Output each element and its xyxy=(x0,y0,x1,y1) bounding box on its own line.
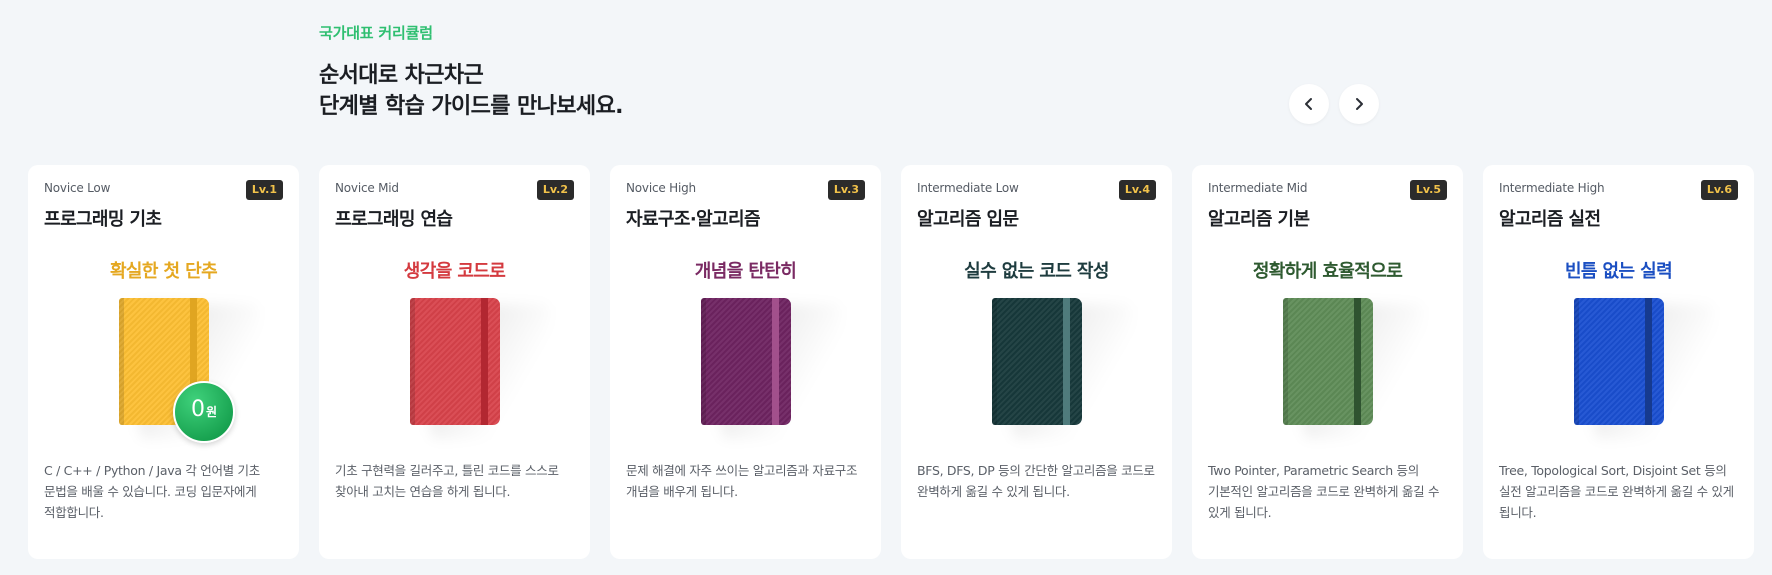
card-description: 문제 해결에 자주 쓰이는 알고리즘과 자료구조 개념을 배우게 됩니다. xyxy=(626,463,858,499)
card-tagline: 빈틈 없는 실력 xyxy=(1564,261,1673,282)
curriculum-card-lv3[interactable]: Novice High Lv.3 자료구조·알고리즘 개념을 탄탄히 문제 해결… xyxy=(610,165,881,559)
level-badge: Lv.4 xyxy=(1118,180,1156,200)
headline-line-2: 단계별 학습 가이드를 만나보세요. xyxy=(319,94,624,119)
curriculum-card-lv5[interactable]: Intermediate Mid Lv.5 알고리즘 기본 정확하게 효율적으로… xyxy=(1192,165,1463,559)
card-level-tag: Novice Mid xyxy=(335,181,399,195)
curriculum-card-lv1[interactable]: Novice Low Lv.1 프로그래밍 기초 확실한 첫 단추 0 원 C … xyxy=(28,165,299,559)
carousel-prev-button[interactable] xyxy=(1289,84,1329,124)
level-badge: Lv.6 xyxy=(1700,180,1738,200)
card-tagline: 정확하게 효율적으로 xyxy=(1252,261,1403,282)
price-unit: 원 xyxy=(205,405,218,419)
card-tagline: 개념을 탄탄히 xyxy=(694,261,797,282)
carousel-next-button[interactable] xyxy=(1339,84,1379,124)
headline-line-1: 순서대로 차근차근 xyxy=(319,63,484,88)
chevron-left-icon xyxy=(1302,97,1316,111)
card-level-tag: Intermediate Low xyxy=(917,181,1019,195)
card-title: 자료구조·알고리즘 xyxy=(626,209,761,230)
card-tagline: 생각을 코드로 xyxy=(403,261,506,282)
card-title: 알고리즘 실전 xyxy=(1499,209,1601,230)
card-level-tag: Novice Low xyxy=(44,181,111,195)
card-title: 알고리즘 기본 xyxy=(1208,209,1310,230)
notebook-icon xyxy=(1574,298,1714,439)
card-level-tag: Intermediate High xyxy=(1499,181,1605,195)
card-level-tag: Intermediate Mid xyxy=(1208,181,1308,195)
card-level-tag: Novice High xyxy=(626,181,696,195)
card-title: 알고리즘 입문 xyxy=(917,209,1019,230)
notebook-icon xyxy=(701,298,841,439)
level-badge: Lv.1 xyxy=(245,180,283,200)
card-tagline: 실수 없는 코드 작성 xyxy=(964,261,1109,282)
card-description: Tree, Topological Sort, Disjoint Set 등의 … xyxy=(1499,463,1734,520)
curriculum-card-lv6[interactable]: Intermediate High Lv.6 알고리즘 실전 빈틈 없는 실력 … xyxy=(1483,165,1754,559)
curriculum-card-lv4[interactable]: Intermediate Low Lv.4 알고리즘 입문 실수 없는 코드 작… xyxy=(901,165,1172,559)
curriculum-card-lv2[interactable]: Novice Mid Lv.2 프로그래밍 연습 생각을 코드로 기초 구현력을… xyxy=(319,165,590,559)
notebook-icon xyxy=(1283,298,1423,439)
card-tagline: 확실한 첫 단추 xyxy=(109,261,218,282)
price-number: 0 xyxy=(190,397,205,422)
card-title: 프로그래밍 연습 xyxy=(335,209,453,230)
free-price-badge: 0 원 xyxy=(173,381,235,443)
level-badge: Lv.5 xyxy=(1409,180,1447,200)
notebook-icon xyxy=(992,298,1132,439)
card-description: Two Pointer, Parametric Search 등의 기본적인 알… xyxy=(1208,463,1440,520)
curriculum-eyebrow: 국가대표 커리큘럼 xyxy=(319,24,433,42)
level-badge: Lv.3 xyxy=(827,180,865,200)
card-description: BFS, DFS, DP 등의 간단한 알고리즘을 코드로 완벽하게 옮길 수 … xyxy=(917,463,1155,499)
card-description: C / C++ / Python / Java 각 언어별 기초 문법을 배울 … xyxy=(44,463,260,520)
section-headline: 순서대로 차근차근 단계별 학습 가이드를 만나보세요. xyxy=(319,60,624,122)
chevron-right-icon xyxy=(1352,97,1366,111)
card-description: 기초 구현력을 길러주고, 틀린 코드를 스스로 찾아내 고치는 연습을 하게 … xyxy=(335,463,559,499)
level-badge: Lv.2 xyxy=(536,180,574,200)
notebook-icon xyxy=(410,298,550,439)
card-title: 프로그래밍 기초 xyxy=(44,209,162,230)
